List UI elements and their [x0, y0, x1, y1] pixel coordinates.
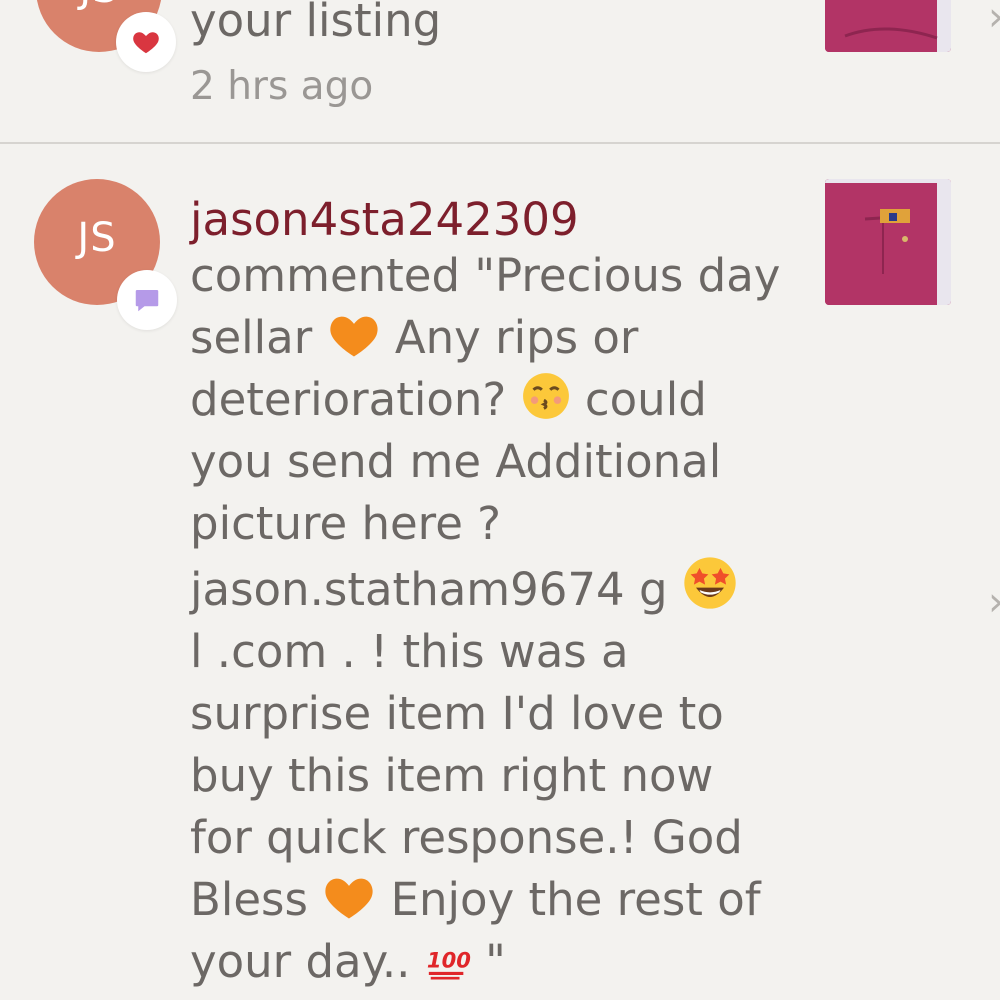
notification-item[interactable]: JS your listing 2 hrs ago ›: [0, 0, 1000, 142]
comment-fragment: Bless: [190, 873, 308, 926]
heart-icon: [133, 32, 159, 54]
star-struck-icon: [684, 557, 736, 609]
comment-line: your day.. 100 ": [190, 931, 810, 993]
comment-fragment: Enjoy the rest of: [390, 873, 761, 926]
comment-line: buy this item right now: [190, 749, 714, 802]
hundred-points-icon: 100: [427, 948, 471, 980]
listing-thumbnail[interactable]: [825, 179, 951, 305]
timestamp: 2 hrs ago: [190, 64, 374, 109]
comment-badge: [117, 270, 177, 330]
comment-line: picture here ?: [190, 497, 502, 550]
comment-line: jason.statham9674 g: [190, 555, 810, 621]
orange-heart-icon: [325, 878, 373, 919]
orange-heart-icon: [329, 316, 378, 357]
chevron-right-icon[interactable]: ›: [988, 0, 1000, 40]
listing-thumbnail[interactable]: [825, 0, 951, 52]
comment-line: deterioration? could: [190, 369, 810, 431]
comment-line: sellar Any rips or: [190, 307, 810, 369]
comment-fragment: ": [485, 935, 506, 988]
comment-fragment: deterioration?: [190, 373, 507, 426]
comment-fragment: jason.statham9674 g: [190, 563, 668, 616]
comment-line: commented "Precious day: [190, 249, 781, 302]
svg-text:100: 100: [427, 948, 471, 973]
username-link[interactable]: jason4sta242309: [190, 193, 579, 246]
notifications-screen: JS your listing 2 hrs ago › JS jason4sta…: [0, 0, 1000, 1000]
comment-line: for quick response.! God: [190, 811, 743, 864]
chevron-right-icon[interactable]: ›: [988, 579, 1000, 625]
comment-text: commented "Precious day sellar Any rips …: [190, 245, 810, 993]
listing-image: [825, 179, 951, 305]
comment-icon: [135, 290, 159, 312]
notification-text: your listing: [190, 0, 442, 47]
comment-line: l .com . ! this was a: [190, 625, 629, 678]
comment-fragment: sellar: [190, 311, 313, 364]
comment-fragment: Any rips or: [394, 311, 639, 364]
kissing-face-icon: [522, 373, 569, 419]
comment-fragment: your day..: [190, 935, 411, 988]
listing-image: [825, 0, 951, 52]
comment-line: you send me Additional: [190, 435, 722, 488]
like-badge: [116, 12, 176, 72]
comment-fragment: could: [584, 373, 707, 426]
notification-item[interactable]: JS jason4sta242309 commented "Precious d…: [0, 143, 1000, 1000]
comment-line: Bless Enjoy the rest of: [190, 869, 810, 931]
comment-line: surprise item I'd love to: [190, 687, 724, 740]
